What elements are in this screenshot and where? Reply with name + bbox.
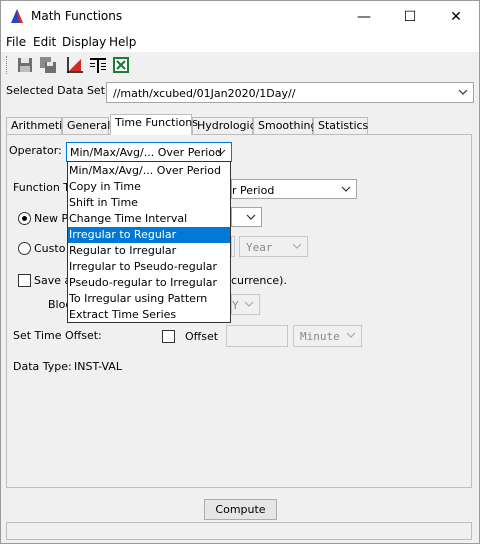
operator-label: Operator:	[9, 144, 62, 157]
tab-time-functions[interactable]: Time Functions	[110, 114, 198, 135]
menu-edit[interactable]: Edit	[33, 35, 56, 49]
minimize-icon: —	[357, 8, 371, 25]
dataset-value: //math/xcubed/01Jan2020/1Day//	[113, 87, 296, 100]
save-label-suffix: currence).	[231, 274, 287, 287]
save-icon[interactable]	[15, 55, 35, 75]
chevron-down-icon	[216, 149, 226, 155]
compute-button[interactable]: Compute	[204, 499, 277, 520]
close-button[interactable]: ✕	[433, 1, 479, 32]
offset-label: Offset	[185, 330, 219, 343]
menu-bar: File Edit Display Help	[1, 32, 479, 52]
operator-select[interactable]: Min/Max/Avg/... Over Period	[66, 142, 232, 162]
maximize-button[interactable]: ☐	[387, 1, 433, 32]
plot-icon[interactable]	[65, 55, 85, 75]
menu-help[interactable]: Help	[109, 35, 136, 49]
status-bar	[6, 522, 472, 540]
menu-file[interactable]: File	[6, 35, 26, 49]
minimize-button[interactable]: —	[341, 1, 387, 32]
save-checkbox[interactable]	[18, 274, 31, 287]
dropdown-option[interactable]: Extract Time Series	[68, 307, 230, 323]
app-logo-icon	[11, 9, 23, 23]
close-icon: ✕	[450, 8, 462, 25]
offset-value-field[interactable]	[226, 325, 288, 347]
block-select[interactable]: Y	[231, 294, 260, 315]
save-label: Save a	[34, 274, 72, 287]
chevron-down-icon	[458, 89, 468, 95]
dropdown-option[interactable]: To Irregular using Pattern	[68, 291, 230, 307]
save-all-icon[interactable]	[38, 55, 58, 75]
dropdown-option[interactable]: Shift in Time	[68, 195, 230, 211]
dropdown-option[interactable]: Regular to Irregular	[68, 243, 230, 259]
custom-unit-select[interactable]: Year	[239, 236, 308, 257]
function-type-value: r Period	[232, 184, 275, 197]
custom-unit-value: Year	[246, 241, 273, 254]
window-title: Math Functions	[31, 9, 123, 23]
operator-dropdown-list: Min/Max/Avg/... Over Period Copy in Time…	[67, 161, 231, 323]
operator-value: Min/Max/Avg/... Over Period	[70, 146, 222, 159]
tab-smoothing[interactable]: Smoothing	[253, 117, 317, 135]
maximize-icon: ☐	[403, 8, 417, 25]
chevron-down-icon	[341, 186, 351, 192]
math-functions-window: Math Functions — ☐ ✕ File Edit Display H…	[0, 0, 480, 544]
custom-label: Custo	[34, 242, 66, 255]
dropdown-option[interactable]: Irregular to Pseudo-regular	[68, 259, 230, 275]
function-type-select[interactable]: r Period	[231, 179, 357, 199]
tab-hydrologic[interactable]: Hydrologic	[192, 117, 256, 135]
dataset-select[interactable]: //math/xcubed/01Jan2020/1Day//	[106, 82, 474, 103]
chevron-down-icon	[244, 301, 254, 307]
excel-icon[interactable]	[111, 55, 131, 75]
offset-checkbox[interactable]	[162, 330, 175, 343]
toolbar-grip	[6, 56, 7, 74]
chevron-down-icon	[246, 214, 256, 220]
new-period-radio[interactable]	[18, 212, 31, 225]
menu-display[interactable]: Display	[62, 35, 106, 49]
offset-unit-select[interactable]: Minute	[293, 325, 362, 347]
function-type-label: Function Ty	[13, 181, 75, 194]
dropdown-option[interactable]: Min/Max/Avg/... Over Period	[68, 163, 230, 179]
custom-radio[interactable]	[18, 242, 31, 255]
toolbar	[1, 52, 479, 78]
dropdown-option[interactable]: Pseudo-regular to Irregular	[68, 275, 230, 291]
tab-statistics[interactable]: Statistics	[313, 117, 368, 135]
table-icon[interactable]	[88, 55, 108, 75]
data-type-label: Data Type:	[13, 360, 72, 373]
offset-unit-value: Minute	[300, 330, 340, 343]
chevron-down-icon	[292, 243, 302, 249]
dataset-label: Selected Data Set:	[6, 84, 109, 97]
dropdown-option[interactable]: Change Time Interval	[68, 211, 230, 227]
new-period-select[interactable]	[231, 207, 262, 227]
tab-general[interactable]: General	[62, 117, 110, 135]
custom-count-field[interactable]	[231, 236, 235, 257]
title-bar: Math Functions — ☐ ✕	[1, 1, 479, 32]
block-value: Y	[232, 299, 239, 312]
data-type-value: INST-VAL	[74, 360, 122, 373]
time-offset-label: Set Time Offset:	[13, 329, 102, 342]
dropdown-option[interactable]: Copy in Time	[68, 179, 230, 195]
chevron-down-icon	[346, 332, 356, 338]
dropdown-option-selected[interactable]: Irregular to Regular	[68, 227, 230, 243]
tab-arithmetic[interactable]: Arithmetic	[6, 117, 68, 135]
